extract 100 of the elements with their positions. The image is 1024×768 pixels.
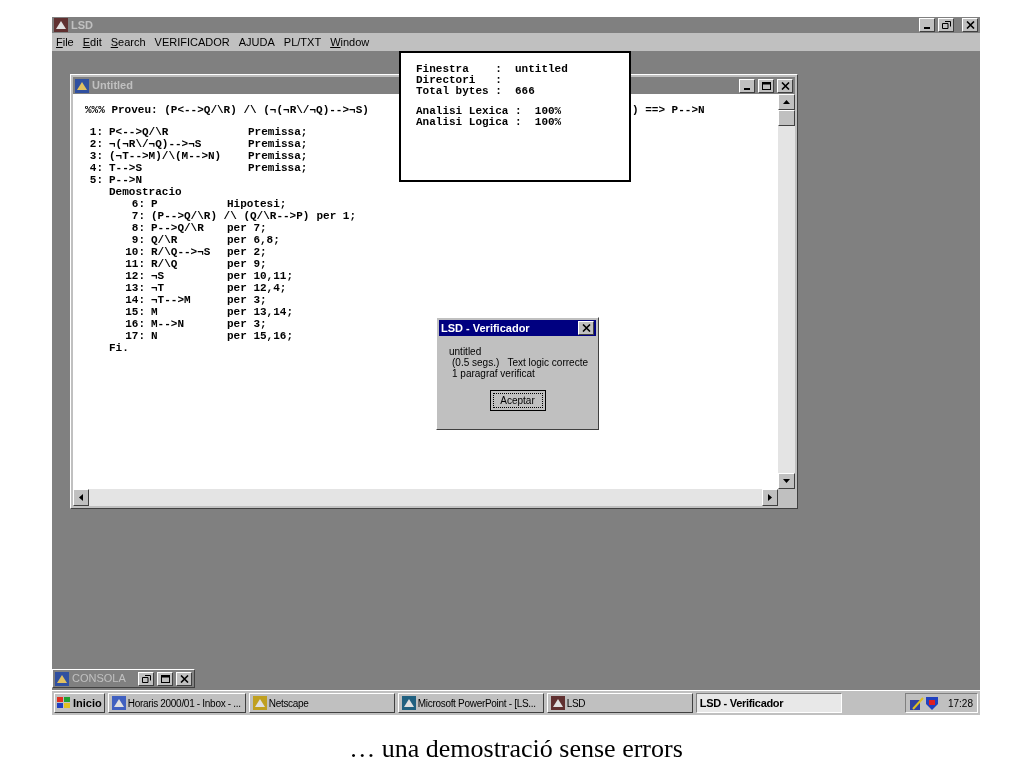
close-icon — [179, 674, 189, 683]
close-button[interactable] — [777, 78, 793, 93]
justification: per 7; — [227, 222, 267, 234]
formula: P — [151, 198, 159, 210]
minimize-icon — [924, 27, 930, 29]
maximize-icon — [160, 674, 170, 683]
menu-item[interactable]: VERIFICADOR — [154, 33, 230, 51]
info-line: Analisi Lexica : 100% — [416, 106, 563, 117]
line-number: 2: — [88, 138, 104, 150]
menu-item[interactable]: AJUDA — [238, 33, 275, 51]
close-icon — [780, 81, 790, 90]
minimize-button[interactable] — [739, 78, 755, 93]
formula: M — [151, 306, 159, 318]
formula: R/\Q — [151, 258, 179, 270]
maximize-button[interactable] — [758, 78, 774, 93]
taskbar-button[interactable]: Microsoft PowerPoint - [LS... — [397, 693, 544, 713]
justification: per 15,16; — [227, 330, 293, 342]
formula: P-->N — [109, 174, 143, 186]
justification: per 9; — [227, 258, 267, 270]
heading-line: %%% Proveu: (P<-->Q/\R) /\ (¬(¬R\/¬Q)-->¬S) — [85, 104, 370, 116]
close-icon — [581, 324, 591, 332]
formula: (¬T-->M)/\(M-->N) — [109, 150, 223, 162]
start-button[interactable]: Inicio — [54, 693, 105, 713]
line-number: 1: — [88, 126, 104, 138]
formula: ¬S — [151, 270, 166, 282]
justification: per 10,11; — [227, 270, 293, 282]
justification: per 3; — [227, 294, 267, 306]
formula: ¬(¬R\/¬Q)-->¬S — [109, 138, 203, 150]
section-label: Demostracio — [109, 186, 182, 198]
formula: (P-->Q/\R) /\ (Q/\R-->P) — [151, 210, 311, 222]
justification: Premissa; — [248, 150, 308, 162]
up-arrow-icon — [783, 100, 790, 104]
window-title: LSD — [71, 19, 93, 31]
line-number: 12: — [124, 270, 146, 282]
down-arrow-icon — [783, 479, 790, 483]
formula: N — [151, 330, 159, 342]
justification: Premissa; — [248, 162, 308, 174]
restore-button[interactable] — [938, 18, 954, 32]
restore-icon — [141, 674, 151, 683]
close-button[interactable] — [578, 321, 594, 335]
formula: P-->Q/\R — [151, 222, 205, 234]
line-number: 8: — [130, 222, 146, 234]
scroll-up-button[interactable] — [778, 94, 795, 110]
app-icon — [252, 696, 267, 710]
line-number: 16: — [124, 318, 146, 330]
formula: M-->N — [151, 318, 185, 330]
line-number: 6: — [130, 198, 146, 210]
taskbar-button[interactable]: LSD - Verificador — [695, 693, 842, 713]
slide-caption: … una demostració sense errors — [349, 733, 683, 765]
clock: 17:28 — [947, 696, 973, 711]
menu-item[interactable]: Window — [330, 33, 370, 51]
taskbar-button[interactable]: Horaris 2000/01 - Inbox - ... — [107, 693, 246, 713]
line-number: 15: — [124, 306, 146, 318]
accept-button[interactable]: Aceptar — [489, 390, 546, 411]
menu-item[interactable]: PL/TXT — [283, 33, 322, 51]
justification: per 2; — [227, 246, 267, 258]
document-icon — [75, 78, 89, 93]
maximize-icon — [761, 81, 771, 90]
menu-item[interactable]: Search — [110, 33, 146, 51]
app-icon — [111, 696, 126, 710]
line-number: 13: — [124, 282, 146, 294]
formula: ¬T-->M — [151, 294, 192, 306]
menu-item[interactable]: File — [56, 33, 74, 51]
scroll-down-button[interactable] — [778, 473, 795, 489]
line-number: 4: — [88, 162, 104, 174]
menu-item[interactable]: Edit — [82, 33, 102, 51]
right-arrow-icon — [768, 494, 772, 501]
formula: R/\Q-->¬S — [151, 246, 212, 258]
taskbar-button[interactable]: LSD — [546, 693, 693, 713]
close-icon — [965, 21, 975, 29]
justification: per 6,8; — [227, 234, 280, 246]
dialog-title: LSD - Verificador — [441, 320, 531, 336]
formula: P<-->Q/\R — [109, 126, 170, 138]
justification: per 12,4; — [227, 282, 287, 294]
horizontal-scrollbar[interactable] — [73, 489, 778, 506]
justification: per 1; — [316, 210, 357, 222]
taskbar-button[interactable]: Netscape — [248, 693, 395, 713]
scroll-left-button[interactable] — [73, 489, 89, 506]
windows-logo-icon — [57, 697, 71, 709]
vertical-scrollbar[interactable] — [778, 94, 795, 489]
scroll-thumb[interactable] — [778, 110, 795, 126]
end-label: Fi. — [109, 342, 129, 354]
formula: Q/\R — [151, 234, 179, 246]
console-icon — [55, 671, 69, 686]
line-number: 3: — [88, 150, 104, 162]
justification: Premissa; — [248, 138, 308, 150]
close-button[interactable] — [176, 671, 192, 686]
maximize-button[interactable] — [157, 671, 173, 686]
justification: per 3; — [227, 318, 267, 330]
restore-button[interactable] — [138, 671, 154, 686]
left-arrow-icon — [79, 494, 83, 501]
justification: Hipotesi; — [227, 198, 287, 210]
message-line: (0.5 segs.) Text logic correcte — [451, 357, 589, 368]
line-number: 5: — [88, 174, 104, 186]
minimize-button[interactable] — [919, 18, 935, 32]
line-number: 7: — [130, 210, 146, 222]
close-button[interactable] — [962, 18, 978, 32]
message-line: 1 paragraf verificat — [451, 368, 535, 379]
justification: Premissa; — [248, 126, 308, 138]
scroll-right-button[interactable] — [762, 489, 778, 506]
